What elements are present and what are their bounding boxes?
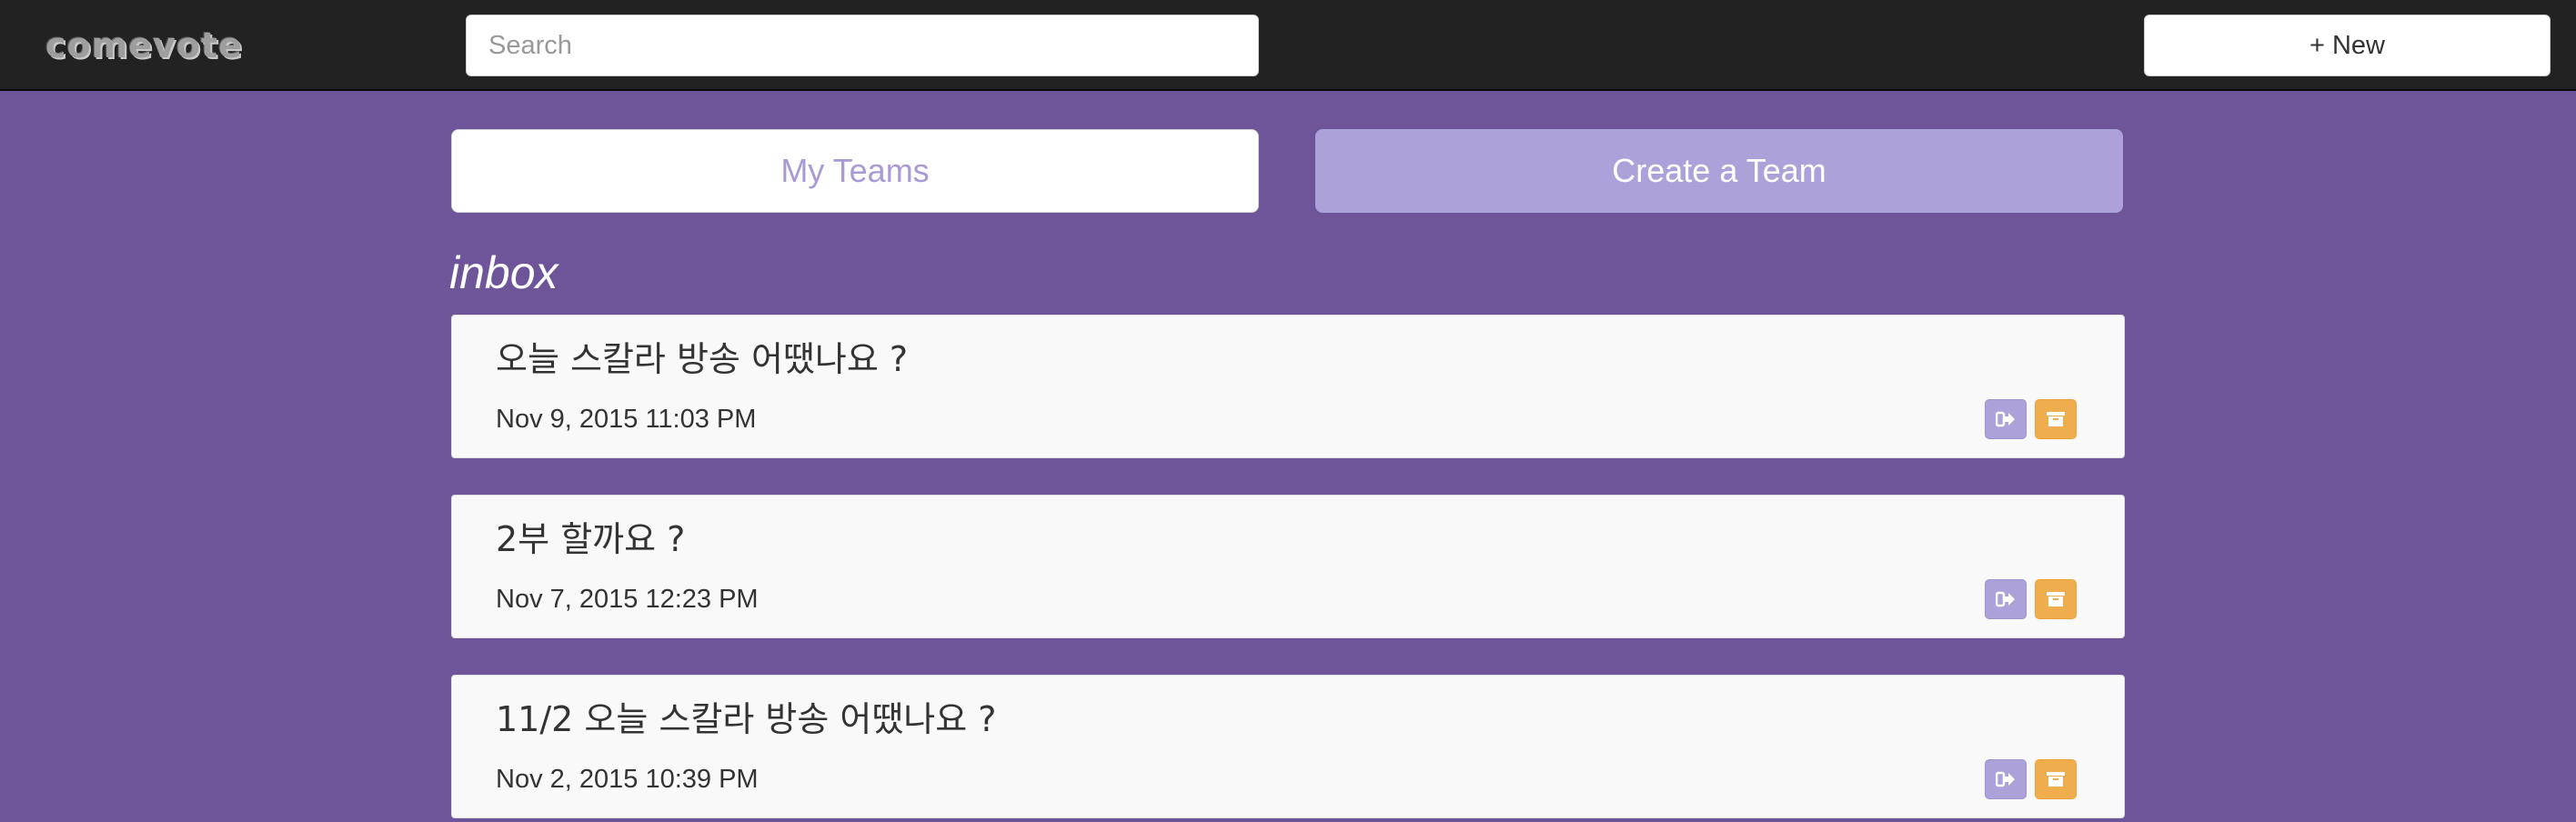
archive-icon bbox=[2047, 412, 2065, 426]
archive-icon bbox=[2047, 772, 2065, 787]
inbox-item[interactable]: 오늘 스칼라 방송 어땠나요 ? Nov 9, 2015 11:03 PM bbox=[451, 315, 2125, 458]
leave-icon bbox=[1996, 411, 2015, 427]
search-input[interactable] bbox=[466, 15, 1259, 76]
inbox-item-title[interactable]: 오늘 스칼라 방송 어땠나요 ? bbox=[496, 337, 908, 381]
inbox-item[interactable]: 2부 할까요 ? Nov 7, 2015 12:23 PM bbox=[451, 495, 2125, 638]
create-team-button[interactable]: Create a Team bbox=[1315, 129, 2123, 213]
inbox-item-date: Nov 2, 2015 10:39 PM bbox=[496, 765, 759, 794]
my-teams-button[interactable]: My Teams bbox=[451, 129, 1259, 213]
leave-icon bbox=[1996, 591, 2015, 607]
inbox-item[interactable]: 11/2 오늘 스칼라 방송 어땠나요 ? Nov 2, 2015 10:39 … bbox=[451, 675, 2125, 818]
new-button[interactable]: + New bbox=[2144, 15, 2551, 76]
leave-button[interactable] bbox=[1985, 759, 2027, 799]
leave-icon bbox=[1996, 771, 2015, 787]
inbox-item-date: Nov 7, 2015 12:23 PM bbox=[496, 585, 759, 614]
top-navbar: comevote + New bbox=[0, 0, 2576, 91]
leave-button[interactable] bbox=[1985, 399, 2027, 439]
inbox-heading: inbox bbox=[449, 247, 558, 298]
inbox-item-title[interactable]: 11/2 오늘 스칼라 방송 어땠나요 ? bbox=[496, 697, 996, 741]
inbox-item-date: Nov 9, 2015 11:03 PM bbox=[496, 405, 757, 434]
leave-button[interactable] bbox=[1985, 579, 2027, 619]
archive-icon bbox=[2047, 592, 2065, 606]
archive-button[interactable] bbox=[2035, 579, 2077, 619]
inbox-item-title[interactable]: 2부 할까요 ? bbox=[496, 517, 685, 561]
archive-button[interactable] bbox=[2035, 759, 2077, 799]
archive-button[interactable] bbox=[2035, 399, 2077, 439]
app-logo[interactable]: comevote bbox=[45, 25, 243, 65]
